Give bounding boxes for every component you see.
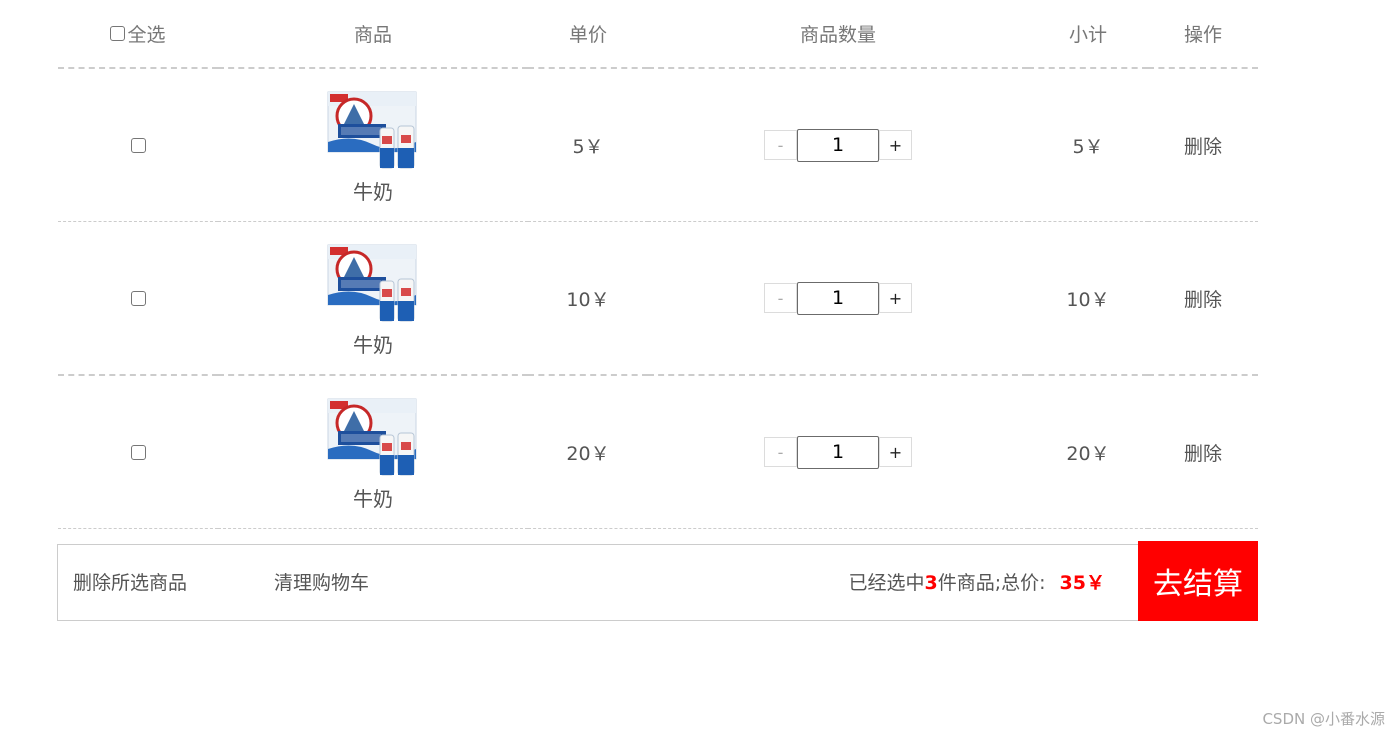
goods-name: 牛奶 (353, 179, 393, 204)
select-all-group: 全选 (110, 20, 166, 47)
delete-link[interactable]: 删除 (1148, 375, 1258, 529)
header-goods: 商品 (218, 0, 528, 69)
goods-name: 牛奶 (353, 486, 393, 511)
quantity-cell: - 1 + (648, 375, 1028, 529)
cart-footer-bar: 删除所选商品 清理购物车 已经选中3件商品;总价: 35￥ (57, 544, 1258, 621)
select-all-checkbox[interactable] (110, 26, 126, 41)
table-row: 牛奶 20￥ - 1 + 20￥ 删除 (58, 375, 1258, 529)
delete-link[interactable]: 删除 (1148, 221, 1258, 376)
total-price: 35￥ (1059, 572, 1105, 594)
milk-box-image (327, 244, 417, 321)
row-checkbox-cell (58, 68, 218, 222)
quantity-cell: - 1 + (648, 68, 1028, 222)
milk-box-image (327, 91, 417, 168)
unit-price: 5￥ (528, 68, 648, 222)
goods-cell: 牛奶 (218, 375, 528, 529)
delete-selected-link[interactable]: 删除所选商品 (73, 545, 187, 622)
select-all-label[interactable]: 全选 (127, 20, 165, 47)
row-checkbox-cell (58, 375, 218, 529)
row-checkbox[interactable] (130, 445, 146, 460)
quantity-input[interactable]: 1 (797, 128, 879, 162)
increment-button[interactable]: + (879, 437, 912, 467)
table-header-row: 全选 商品 单价 商品数量 小计 操作 (58, 0, 1258, 69)
quantity-input[interactable]: 1 (797, 435, 879, 469)
header-subtotal: 小计 (1028, 0, 1148, 69)
selected-prefix: 已经选中 (848, 572, 925, 594)
subtotal: 20￥ (1028, 375, 1148, 529)
header-unit-price: 单价 (528, 0, 648, 69)
decrement-button[interactable]: - (764, 437, 797, 467)
quantity-stepper: - 1 + (764, 435, 912, 469)
unit-price: 10￥ (528, 221, 648, 376)
unit-price: 20￥ (528, 375, 648, 529)
clear-cart-link[interactable]: 清理购物车 (274, 545, 369, 622)
header-select-all: 全选 (58, 0, 218, 69)
cart-summary: 已经选中3件商品;总价: 35￥ (848, 545, 1105, 622)
table-row: 牛奶 10￥ - 1 + 10￥ 删除 (58, 221, 1258, 376)
table-row: 牛奶 5￥ - 1 + 5￥ 删除 (58, 68, 1258, 222)
subtotal: 10￥ (1028, 221, 1148, 376)
selected-suffix: 件商品;总价: (937, 572, 1046, 594)
header-operation: 操作 (1148, 0, 1258, 69)
milk-box-image (327, 398, 417, 475)
row-checkbox[interactable] (130, 138, 146, 153)
header-quantity: 商品数量 (648, 0, 1028, 69)
selected-count: 3 (924, 572, 938, 594)
increment-button[interactable]: + (879, 283, 912, 313)
goods-cell: 牛奶 (218, 68, 528, 222)
cart-page: 全选 商品 单价 商品数量 小计 操作 牛奶 5￥ - 1 + 5￥ 删除 牛奶… (0, 0, 1399, 737)
quantity-input[interactable]: 1 (797, 281, 879, 315)
increment-button[interactable]: + (879, 130, 912, 160)
quantity-cell: - 1 + (648, 221, 1028, 376)
quantity-stepper: - 1 + (764, 281, 912, 315)
watermark: CSDN @小番水源 (1262, 710, 1385, 728)
quantity-stepper: - 1 + (764, 128, 912, 162)
row-checkbox-cell (58, 221, 218, 376)
decrement-button[interactable]: - (764, 283, 797, 313)
decrement-button[interactable]: - (764, 130, 797, 160)
row-checkbox[interactable] (130, 291, 146, 306)
cart-table: 全选 商品 单价 商品数量 小计 操作 牛奶 5￥ - 1 + 5￥ 删除 牛奶… (58, 0, 1258, 529)
goods-name: 牛奶 (353, 332, 393, 357)
delete-link[interactable]: 删除 (1148, 68, 1258, 222)
subtotal: 5￥ (1028, 68, 1148, 222)
goods-cell: 牛奶 (218, 221, 528, 376)
checkout-button[interactable]: 去结算 (1138, 541, 1258, 621)
